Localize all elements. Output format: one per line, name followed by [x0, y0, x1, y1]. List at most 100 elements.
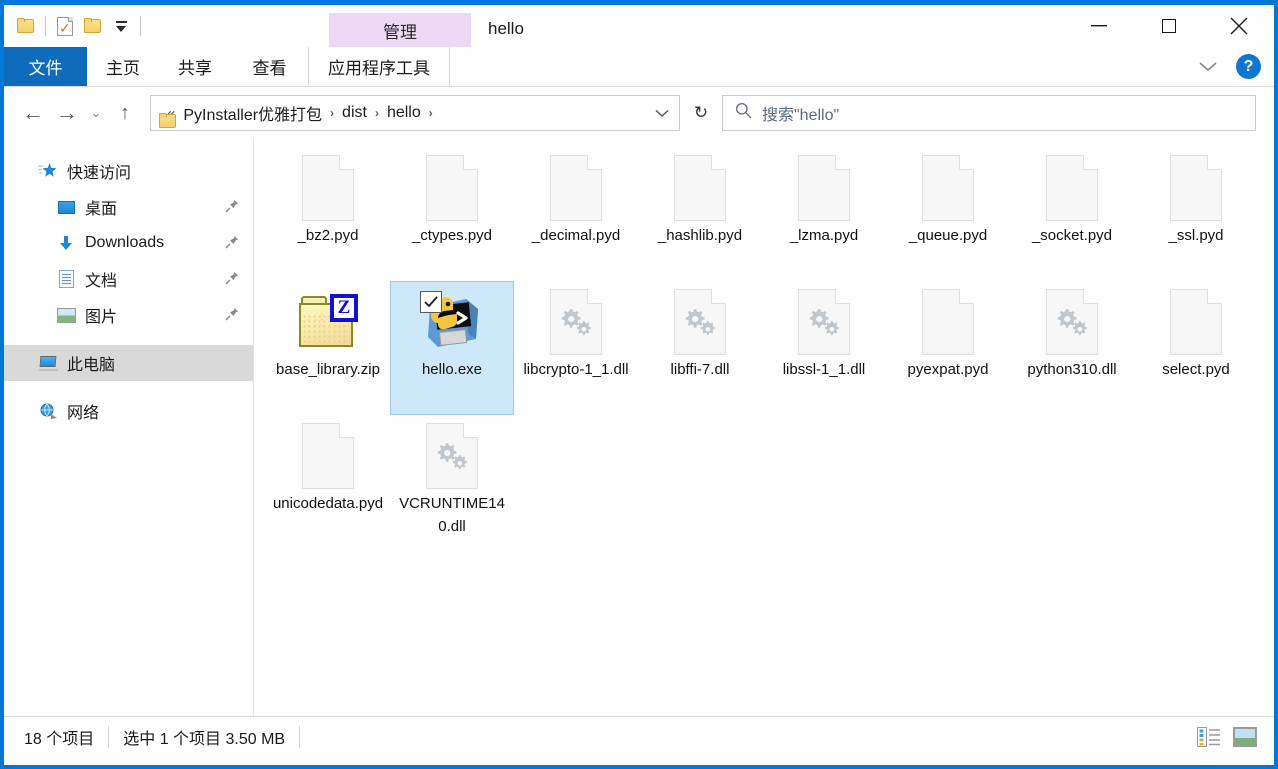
sidebar-item-network[interactable]: 网络	[4, 393, 253, 429]
up-button[interactable]: ↑	[108, 96, 142, 130]
file-item[interactable]: unicodedata.pyd	[266, 415, 390, 549]
recent-locations-button[interactable]: ⌄	[84, 96, 108, 130]
address-dropdown-icon[interactable]	[649, 98, 675, 128]
breadcrumb-item-0[interactable]: PyInstaller优雅打包	[182, 99, 323, 127]
pin-icon[interactable]	[225, 235, 239, 252]
file-name: _socket.pyd	[1031, 227, 1113, 244]
minimize-button[interactable]	[1064, 5, 1134, 47]
item-count-label: 18 个项目	[24, 731, 95, 748]
view-toggle-group	[1196, 725, 1266, 749]
sidebar-item-label: 文档	[85, 273, 118, 290]
sidebar-item-this-pc[interactable]: 此电脑	[4, 345, 253, 381]
customize-caret-icon[interactable]	[107, 12, 135, 40]
file-item[interactable]: select.pyd	[1134, 281, 1258, 415]
qat-divider-1	[45, 16, 46, 36]
sidebar-gap-1	[4, 333, 253, 345]
tab-file[interactable]: 文件	[4, 47, 87, 86]
status-divider-2	[299, 726, 301, 748]
explorer-body: 快速访问 桌面 Downloads 文档 图片 此电脑 网络 _bz2.pyd …	[4, 139, 1274, 716]
sidebar-item-downloads[interactable]: Downloads	[4, 225, 253, 261]
file-name: VCRUNTIME140.dll	[399, 495, 505, 536]
file-name: _ctypes.pyd	[411, 227, 493, 244]
folder-icon[interactable]	[12, 12, 40, 40]
navigation-pane: 快速访问 桌面 Downloads 文档 图片 此电脑 网络	[4, 139, 254, 716]
file-name: _hashlib.pyd	[657, 227, 743, 244]
file-item[interactable]: VCRUNTIME140.dll	[390, 415, 514, 549]
sidebar-item-label: Downloads	[85, 234, 165, 251]
file-name: _queue.pyd	[908, 227, 988, 244]
window-controls	[1064, 5, 1274, 47]
tab-application-tools[interactable]: 应用程序工具	[308, 47, 450, 86]
pin-icon[interactable]	[225, 271, 239, 288]
dll-gears-icon	[545, 287, 607, 357]
search-input[interactable]: 搜索"hello"	[762, 101, 839, 125]
file-name: select.pyd	[1162, 361, 1230, 378]
breadcrumb-item-2[interactable]: hello	[386, 102, 422, 124]
file-item[interactable]: _ctypes.pyd	[390, 147, 514, 281]
title-bar: ✓ 管理 hello	[4, 5, 1274, 48]
blank-file-icon	[917, 287, 979, 357]
sidebar-item-desktop[interactable]: 桌面	[4, 189, 253, 225]
sidebar-item-label: 网络	[67, 405, 100, 422]
file-item[interactable]: python310.dll	[1010, 281, 1134, 415]
file-item[interactable]: _ssl.pyd	[1134, 147, 1258, 281]
file-item[interactable]: _queue.pyd	[886, 147, 1010, 281]
sidebar-item-documents[interactable]: 文档	[4, 261, 253, 297]
back-button[interactable]: ←	[16, 96, 50, 130]
dll-gears-icon	[1041, 287, 1103, 357]
breadcrumb-separator-1[interactable]: ›	[375, 106, 379, 120]
sidebar-gap-2	[4, 381, 253, 393]
search-box[interactable]: 搜索"hello"	[722, 95, 1256, 131]
file-item[interactable]: libffi-7.dll	[638, 281, 762, 415]
refresh-button[interactable]: ↻	[680, 95, 722, 131]
file-item[interactable]: _socket.pyd	[1010, 147, 1134, 281]
file-name: base_library.zip	[276, 361, 380, 378]
file-item[interactable]: Z base_library.zip	[266, 281, 390, 415]
forward-button[interactable]: →	[50, 96, 84, 130]
breadcrumb-separator-2[interactable]: ›	[429, 106, 433, 120]
maximize-button[interactable]	[1134, 5, 1204, 47]
new-folder-icon[interactable]	[79, 12, 107, 40]
large-icons-view-button[interactable]	[1232, 725, 1258, 749]
file-item[interactable]: _bz2.pyd	[266, 147, 390, 281]
desktop-icon	[56, 198, 76, 216]
status-divider-1	[108, 726, 110, 748]
blank-file-icon	[545, 153, 607, 223]
file-name: _ssl.pyd	[1168, 227, 1224, 244]
tab-view[interactable]: 查看	[231, 47, 308, 86]
file-item-selected[interactable]: hello.exe	[390, 281, 514, 415]
file-item[interactable]: _hashlib.pyd	[638, 147, 762, 281]
file-item[interactable]: libssl-1_1.dll	[762, 281, 886, 415]
details-view-button[interactable]	[1196, 725, 1222, 749]
close-button[interactable]	[1204, 5, 1274, 47]
blank-file-icon	[669, 153, 731, 223]
pin-icon[interactable]	[225, 199, 239, 216]
ribbon-tab-strip: 文件 主页 共享 查看 应用程序工具 ?	[4, 47, 1274, 87]
tab-share[interactable]: 共享	[159, 47, 231, 86]
blank-file-icon	[297, 421, 359, 491]
breadcrumb-item-1[interactable]: dist	[341, 102, 368, 124]
file-item[interactable]: _decimal.pyd	[514, 147, 638, 281]
file-checkbox[interactable]	[420, 291, 442, 313]
pin-icon[interactable]	[225, 307, 239, 324]
breadcrumb-separator-0[interactable]: ›	[330, 106, 334, 120]
address-bar[interactable]: « PyInstaller优雅打包 › dist › hello ›	[150, 95, 680, 131]
chevron-down-icon[interactable]	[1194, 53, 1222, 81]
file-item[interactable]: libcrypto-1_1.dll	[514, 281, 638, 415]
dll-gears-icon	[421, 421, 483, 491]
star-icon	[38, 162, 58, 180]
zip-folder-icon: Z	[297, 287, 359, 357]
dll-gears-icon	[793, 287, 855, 357]
tab-home[interactable]: 主页	[87, 47, 159, 86]
properties-icon[interactable]: ✓	[51, 12, 79, 40]
file-item[interactable]: _lzma.pyd	[762, 147, 886, 281]
blank-file-icon	[297, 153, 359, 223]
help-icon[interactable]: ?	[1236, 54, 1261, 79]
file-list-pane[interactable]: _bz2.pyd _ctypes.pyd _decimal.pyd _hashl…	[254, 139, 1274, 716]
file-grid: _bz2.pyd _ctypes.pyd _decimal.pyd _hashl…	[266, 147, 1274, 549]
sidebar-item-pictures[interactable]: 图片	[4, 297, 253, 333]
file-item[interactable]: pyexpat.pyd	[886, 281, 1010, 415]
blank-file-icon	[793, 153, 855, 223]
file-name: _lzma.pyd	[789, 227, 859, 244]
sidebar-item-quick-access[interactable]: 快速访问	[4, 153, 253, 189]
